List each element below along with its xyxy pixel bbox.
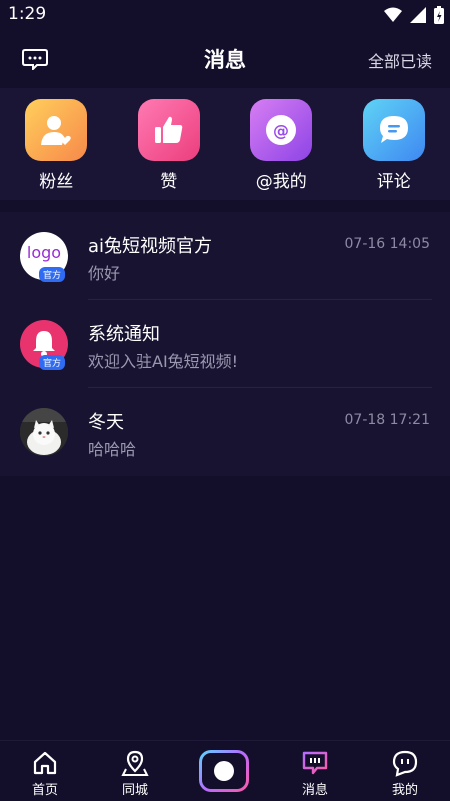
- message-time: 07-16 14:05: [345, 236, 430, 252]
- quick-action-likes[interactable]: 赞: [113, 88, 226, 200]
- battery-icon: [434, 6, 444, 24]
- nav-me[interactable]: 我的: [360, 741, 450, 801]
- quick-action-label: 赞: [160, 167, 177, 192]
- nav-home[interactable]: 首页: [0, 741, 90, 801]
- status-icons: [384, 6, 444, 24]
- official-badge: 官方: [39, 267, 65, 282]
- mark-all-read-button[interactable]: 全部已读: [368, 48, 432, 72]
- nav-label: 我的: [392, 779, 418, 798]
- message-sender: 冬天: [88, 408, 124, 434]
- status-bar: 1:29: [0, 0, 450, 32]
- fans-icon: [25, 99, 87, 161]
- home-icon: [31, 749, 59, 777]
- message-sender: 系统通知: [88, 320, 160, 346]
- avatar: 官方: [20, 320, 68, 368]
- wifi-icon: [384, 7, 402, 23]
- quick-action-mentions[interactable]: @ @我的: [225, 88, 338, 200]
- message-sender: ai兔短视频官方: [88, 232, 212, 258]
- message-preview: 你好: [88, 260, 120, 284]
- header: 消息 全部已读: [0, 32, 450, 88]
- nav-label: 首页: [32, 779, 58, 798]
- nav-label: 同城: [122, 779, 148, 798]
- location-pin-icon: [121, 749, 149, 777]
- at-icon: @: [250, 99, 312, 161]
- avatar: logo 官方: [20, 232, 68, 280]
- quick-action-label: 评论: [377, 167, 411, 192]
- quick-action-label: @我的: [256, 167, 307, 192]
- official-badge: 官方: [39, 355, 65, 370]
- message-item-system[interactable]: 官方 系统通知 欢迎入驻AI兔短视频!: [0, 300, 450, 388]
- avatar-photo: [20, 408, 68, 456]
- signal-icon: [410, 7, 426, 23]
- nav-camera[interactable]: [180, 741, 270, 801]
- nav-city[interactable]: 同城: [90, 741, 180, 801]
- avatar-logo-text: logo: [20, 243, 68, 262]
- status-time: 1:29: [8, 4, 46, 24]
- nav-messages[interactable]: 消息: [270, 741, 360, 801]
- camera-icon: [199, 750, 249, 792]
- cat-photo: [20, 408, 68, 456]
- quick-action-comments[interactable]: 评论: [338, 88, 450, 200]
- message-item-official[interactable]: logo 官方 ai兔短视频官方 你好 07-16 14:05: [0, 212, 450, 300]
- thumbs-up-icon: [138, 99, 200, 161]
- message-preview: 哈哈哈: [88, 436, 136, 460]
- message-icon: [301, 749, 329, 777]
- quick-action-label: 粉丝: [39, 167, 73, 192]
- message-item-user[interactable]: 冬天 哈哈哈 07-18 17:21: [0, 388, 450, 476]
- nav-label: 消息: [302, 779, 328, 798]
- svg-text:@: @: [273, 121, 289, 140]
- bottom-nav: 首页 同城 消息: [0, 740, 450, 801]
- message-time: 07-18 17:21: [345, 412, 430, 428]
- quick-actions: 粉丝 赞 @ @我的 评论: [0, 88, 450, 200]
- message-list: logo 官方 ai兔短视频官方 你好 07-16 14:05 官方 系统通知 …: [0, 212, 450, 476]
- profile-icon: [391, 749, 419, 777]
- quick-action-fans[interactable]: 粉丝: [0, 88, 113, 200]
- message-preview: 欢迎入驻AI兔短视频!: [88, 348, 238, 372]
- camera-lens: [214, 761, 234, 781]
- comment-icon: [363, 99, 425, 161]
